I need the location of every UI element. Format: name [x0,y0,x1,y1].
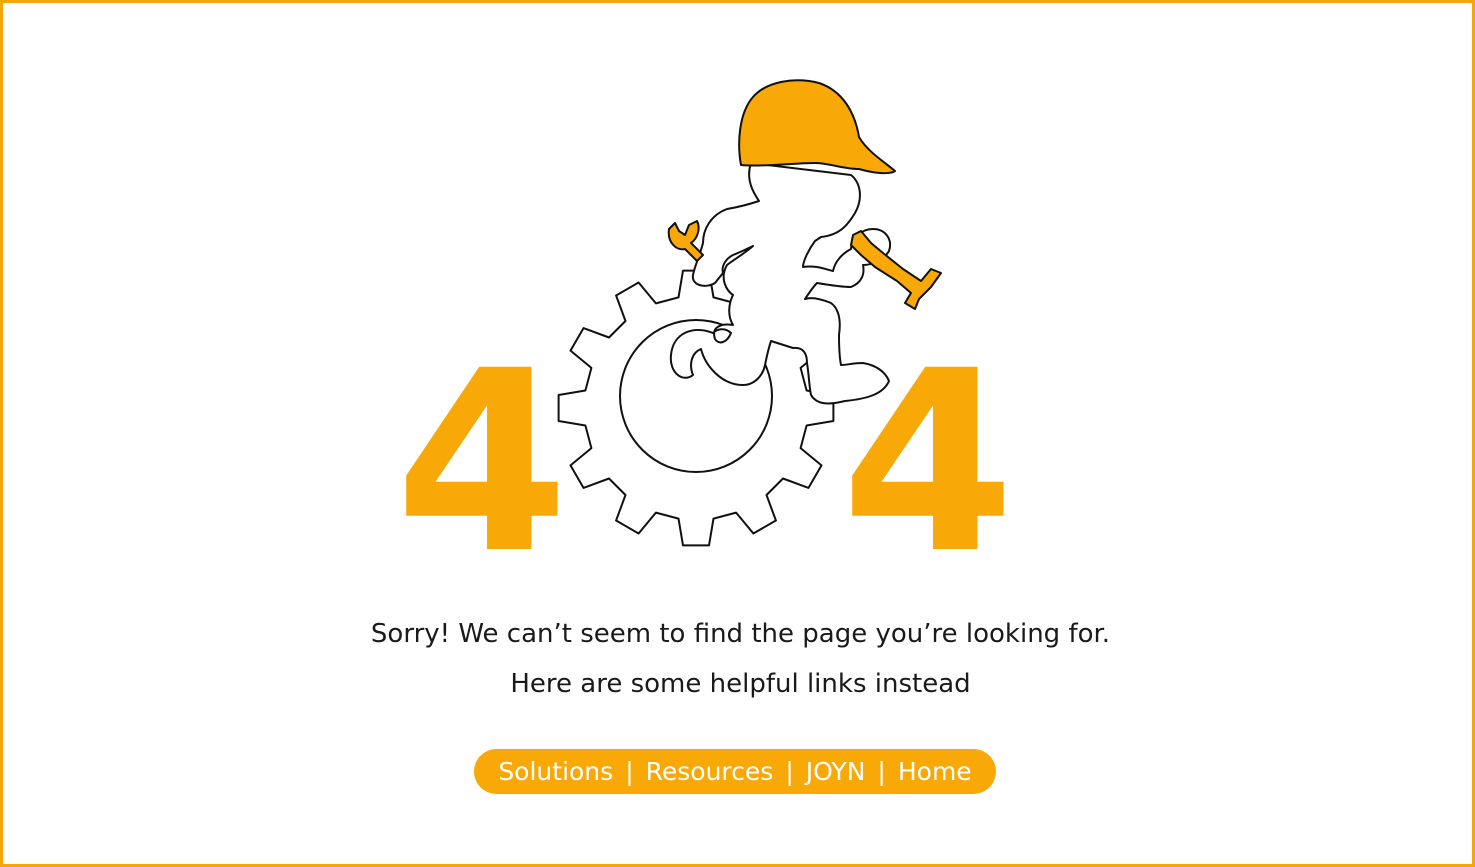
error-digit-first: 4 [395,317,569,608]
not-found-message: Sorry! We can’t seem to find the page yo… [370,619,1111,649]
link-separator: | [877,757,886,786]
link-separator: | [625,757,634,786]
link-resources[interactable]: Resources [646,757,774,786]
link-joyn[interactable]: JOYN [806,757,866,786]
page-frame: 4 4 Sorry! We can’t seem to find the pag… [0,0,1475,867]
helpful-links-bar: Solutions | Resources | JOYN | Home [474,749,996,794]
wrench-icon [667,220,704,262]
error-digit-last: 4 [841,317,1015,608]
link-separator: | [785,757,794,786]
hard-hat-icon [738,79,896,175]
helpful-links-message: Here are some helpful links instead [510,669,971,699]
link-solutions[interactable]: Solutions [498,757,613,786]
link-home[interactable]: Home [898,757,972,786]
